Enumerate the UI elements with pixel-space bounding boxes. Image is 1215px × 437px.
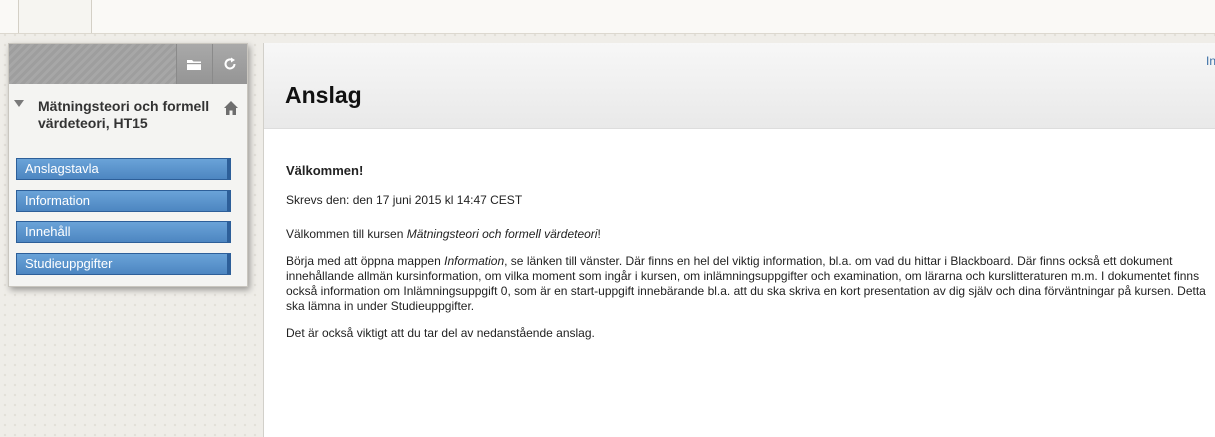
home-icon[interactable]	[223, 100, 239, 116]
sidebar-item-innehall[interactable]: Innehåll	[16, 221, 231, 243]
announcement: Välkommen! Skrevs den: den 17 juni 2015 …	[286, 163, 1211, 341]
page-header: In Anslag	[264, 43, 1215, 129]
welcome-text: Välkommen till kursen	[286, 227, 407, 241]
collapse-caret-icon[interactable]	[14, 100, 24, 107]
main-content: In Anslag Välkommen! Skrevs den: den 17 …	[263, 43, 1215, 437]
page-title: Anslag	[285, 82, 362, 108]
top-bar	[0, 0, 1215, 34]
refresh-icon[interactable]	[211, 44, 247, 84]
course-title[interactable]: Mätningsteori och formell värdeteori, HT…	[38, 98, 223, 132]
sidebar-item-information[interactable]: Information	[16, 190, 231, 212]
sidebar-item-anslagstavla[interactable]: Anslagstavla	[16, 158, 231, 180]
course-menu: Mätningsteori och formell värdeteori, HT…	[8, 43, 248, 287]
top-tab[interactable]	[18, 0, 92, 33]
sidebar-item-studieuppgifter[interactable]: Studieuppgifter	[16, 253, 231, 275]
posted-date: Skrevs den: den 17 juni 2015 kl 14:47 CE…	[286, 193, 523, 207]
course-name-emphasis: Mätningsteori och formell värdeteori	[406, 227, 598, 241]
corner-link[interactable]: In	[1206, 54, 1215, 68]
folder-icon[interactable]	[176, 44, 212, 84]
course-menu-toolbar	[9, 44, 247, 84]
closing-paragraph: Det är också viktigt att du tar del av n…	[286, 326, 595, 340]
instructions-start: Börja med att öppna mappen	[286, 254, 445, 268]
welcome-end: !	[597, 227, 601, 241]
welcome-paragraph: Välkommen till kursen Mätningsteori och …	[286, 227, 1211, 242]
instructions-paragraph: Börja med att öppna mappen Information, …	[286, 254, 1211, 314]
information-emphasis: Information	[444, 254, 505, 268]
announcement-title: Välkommen!	[286, 163, 364, 178]
course-heading[interactable]: Mätningsteori och formell värdeteori, HT…	[9, 84, 247, 140]
